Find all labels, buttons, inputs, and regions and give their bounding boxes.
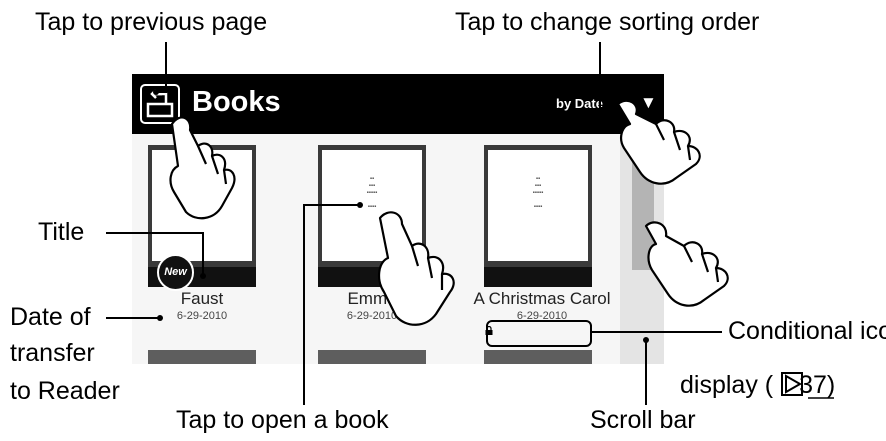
callout-date-line2: transfer (10, 339, 95, 367)
hand-pointer-icon (169, 116, 236, 220)
sorting-order-leader (599, 42, 622, 109)
date-leader-dot (157, 315, 163, 321)
callout-previous-page: Tap to previous page (35, 8, 268, 36)
callout-date-line3: to Reader (10, 377, 120, 405)
hand-pointer-icon (644, 221, 729, 307)
callout-conditional-line2: display ( 37) (680, 371, 835, 400)
callout-sorting-order: Tap to change sorting order (455, 8, 760, 36)
callout-open-book: Tap to open a book (176, 406, 389, 434)
title-leader-dot (200, 273, 206, 279)
previous-page-leader-dot (153, 89, 159, 95)
title-leader (106, 232, 204, 276)
callout-conditional-line1: Conditional icon (728, 317, 886, 345)
callout-title: Title (38, 218, 85, 246)
open-book-leader-dot (357, 202, 363, 208)
hand-pointer-icon (378, 211, 455, 326)
callout-date-line1: Date of (10, 303, 91, 331)
hand-pointer-icon (616, 99, 701, 185)
callout-scroll-bar: Scroll bar (590, 406, 696, 434)
page-reference-link[interactable]: 37 (799, 371, 827, 399)
callout-conditional-prefix: display ( (680, 371, 774, 399)
callout-conditional-suffix: ) (826, 371, 836, 399)
open-book-leader (303, 204, 360, 405)
previous-page-leader (156, 42, 167, 93)
scroll-bar-leader-dot (643, 337, 649, 343)
